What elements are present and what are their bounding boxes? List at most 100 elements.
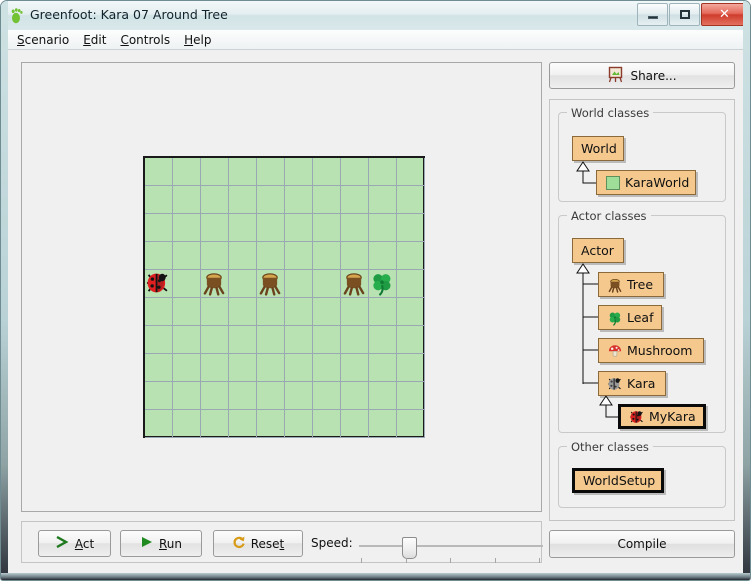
world-cell[interactable] [201, 382, 229, 410]
world-cell[interactable] [341, 326, 369, 354]
world-cell[interactable] [397, 242, 425, 270]
run-button[interactable]: Run [120, 530, 202, 557]
world-cell[interactable] [397, 410, 425, 438]
minimize-button[interactable] [637, 3, 668, 26]
class-box-world[interactable]: World [572, 136, 624, 161]
world-cell[interactable] [145, 382, 173, 410]
world-cell[interactable] [173, 410, 201, 438]
compile-button[interactable]: Compile [549, 530, 735, 558]
world-cell[interactable] [341, 354, 369, 382]
menu-item-scenario[interactable]: Scenario [17, 33, 69, 47]
world-cell[interactable] [397, 158, 425, 186]
world-grid[interactable] [143, 156, 425, 438]
world-cell[interactable] [285, 186, 313, 214]
world-cell[interactable] [201, 354, 229, 382]
world-cell[interactable] [313, 326, 341, 354]
world-cell[interactable] [369, 214, 397, 242]
world-cell[interactable] [229, 158, 257, 186]
world-cell[interactable] [201, 270, 229, 298]
world-cell[interactable] [145, 354, 173, 382]
world-cell[interactable] [173, 382, 201, 410]
world-cell[interactable] [173, 326, 201, 354]
world-cell[interactable] [341, 270, 369, 298]
speed-slider[interactable] [356, 534, 546, 563]
class-box-karaworld[interactable]: KaraWorld [596, 170, 696, 195]
world-cell[interactable] [285, 354, 313, 382]
menu-item-controls[interactable]: Controls [120, 33, 170, 47]
world-cell[interactable] [313, 242, 341, 270]
world-cell[interactable] [313, 354, 341, 382]
world-cell[interactable] [145, 186, 173, 214]
world-cell[interactable] [341, 382, 369, 410]
maximize-button[interactable] [669, 3, 700, 26]
world-cell[interactable] [313, 186, 341, 214]
world-cell[interactable] [173, 242, 201, 270]
menu-item-edit[interactable]: Edit [83, 33, 106, 47]
world-cell[interactable] [397, 214, 425, 242]
world-cell[interactable] [369, 270, 397, 298]
world-cell[interactable] [229, 214, 257, 242]
world-cell[interactable] [285, 158, 313, 186]
world-cell[interactable] [145, 214, 173, 242]
reset-button[interactable]: Reset [213, 530, 303, 557]
world-cell[interactable] [285, 214, 313, 242]
world-cell[interactable] [257, 158, 285, 186]
world-cell[interactable] [397, 186, 425, 214]
world-cell[interactable] [229, 186, 257, 214]
world-cell[interactable] [173, 158, 201, 186]
world-cell[interactable] [341, 158, 369, 186]
world-cell[interactable] [201, 214, 229, 242]
world-cell[interactable] [397, 382, 425, 410]
world-cell[interactable] [313, 214, 341, 242]
world-cell[interactable] [229, 382, 257, 410]
world-cell[interactable] [285, 298, 313, 326]
close-button[interactable]: ✕ [701, 3, 748, 26]
world-cell[interactable] [145, 298, 173, 326]
world-cell[interactable] [285, 326, 313, 354]
world-cell[interactable] [257, 326, 285, 354]
class-box-actor[interactable]: Actor [572, 238, 624, 263]
world-cell[interactable] [369, 354, 397, 382]
world-cell[interactable] [313, 158, 341, 186]
world-cell[interactable] [173, 298, 201, 326]
world-cell[interactable] [341, 242, 369, 270]
world-cell[interactable] [341, 298, 369, 326]
world-cell[interactable] [285, 242, 313, 270]
world-cell[interactable] [341, 214, 369, 242]
world-cell[interactable] [229, 326, 257, 354]
world-cell[interactable] [145, 326, 173, 354]
world-cell[interactable] [229, 298, 257, 326]
world-cell[interactable] [369, 298, 397, 326]
share-button[interactable]: Share... [549, 62, 735, 89]
world-cell[interactable] [313, 410, 341, 438]
world-cell[interactable] [229, 270, 257, 298]
class-box-mushroom[interactable]: Mushroom [598, 338, 704, 363]
class-box-worldsetup[interactable]: WorldSetup [572, 468, 664, 493]
world-cell[interactable] [341, 410, 369, 438]
world-cell[interactable] [369, 186, 397, 214]
world-cell[interactable] [369, 158, 397, 186]
world-cell[interactable] [145, 410, 173, 438]
world-cell[interactable] [257, 242, 285, 270]
world-cell[interactable] [341, 186, 369, 214]
world-cell[interactable] [229, 354, 257, 382]
world-cell[interactable] [313, 382, 341, 410]
world-cell[interactable] [285, 270, 313, 298]
world-cell[interactable] [257, 186, 285, 214]
menu-item-help[interactable]: Help [184, 33, 211, 47]
world-cell[interactable] [229, 242, 257, 270]
world-cell[interactable] [369, 410, 397, 438]
world-cell[interactable] [201, 186, 229, 214]
world-cell[interactable] [257, 214, 285, 242]
world-cell[interactable] [173, 214, 201, 242]
world-cell[interactable] [257, 270, 285, 298]
world-cell[interactable] [397, 270, 425, 298]
world-cell[interactable] [285, 382, 313, 410]
act-button[interactable]: Act [38, 530, 111, 557]
world-cell[interactable] [257, 354, 285, 382]
class-box-mykara[interactable]: MyKara [618, 404, 706, 429]
world-cell[interactable] [173, 270, 201, 298]
world-cell[interactable] [173, 354, 201, 382]
world-cell[interactable] [369, 326, 397, 354]
world-cell[interactable] [229, 410, 257, 438]
